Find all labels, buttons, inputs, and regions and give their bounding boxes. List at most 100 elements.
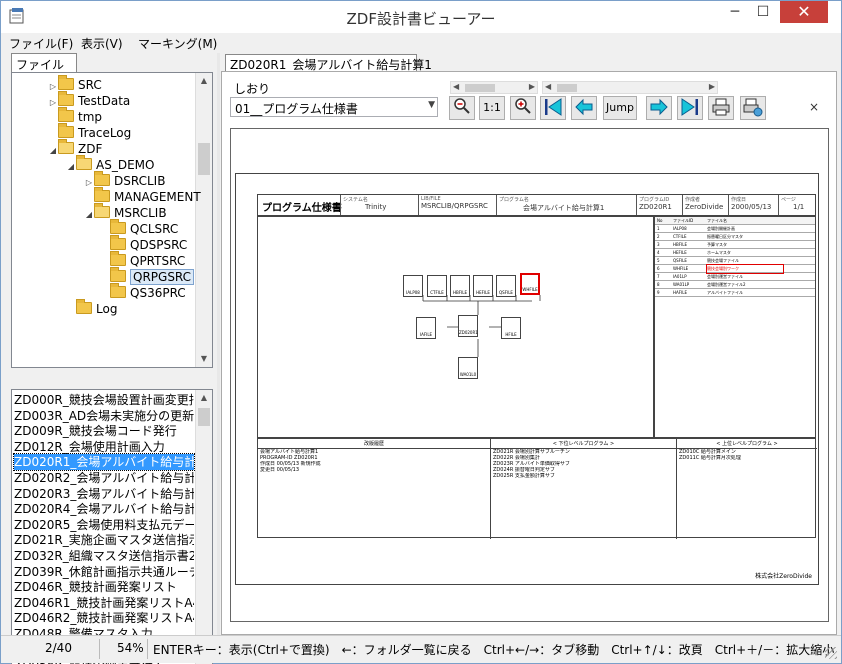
chevron-down-icon[interactable]: ▼ <box>428 100 435 110</box>
table-cell: 会場別開催計画 <box>707 226 735 231</box>
table-cell: IA01LP <box>673 274 687 279</box>
scroll-right-arrow-icon[interactable]: ▶ <box>529 82 535 91</box>
doc-title: プログラム仕様書 <box>262 203 342 214</box>
tree-item-label: DSRCLIB <box>114 174 166 188</box>
print-button[interactable] <box>708 96 734 120</box>
scroll-thumb[interactable] <box>465 84 495 92</box>
table-row: 8 WA01LP 会場別運営ファイル2 <box>655 281 815 289</box>
table-cell: 7 <box>657 274 660 279</box>
status-zoom: 54% <box>117 641 144 655</box>
table-row: 7 IA01LP 会場別運営ファイル <box>655 273 815 281</box>
minimize-button[interactable]: ─ <box>721 1 749 23</box>
folder-icon <box>94 171 110 186</box>
folder-icon <box>76 299 92 314</box>
close-document-icon[interactable]: × <box>809 100 819 114</box>
scroll-down-arrow-icon[interactable]: ▼ <box>196 351 212 367</box>
scroll-thumb[interactable] <box>557 84 577 92</box>
bookmark-select[interactable]: 01__プログラム仕様書 ▼ <box>230 97 438 117</box>
tree-item-label: QCLSRC <box>130 222 179 236</box>
tree-scrollbar[interactable]: ▲ ▼ <box>195 73 212 367</box>
tree-item[interactable]: QS36PRC <box>100 283 186 301</box>
arrow-right-icon <box>650 98 668 116</box>
tree-item-label: MSRCLIB <box>114 206 167 220</box>
list-item[interactable]: ZD020R1_会場アルバイト給与計算1 <box>13 453 195 472</box>
expanded-arrow-icon[interactable]: ◢ <box>48 143 58 159</box>
tree-item[interactable]: ◢ AS_DEMO <box>66 155 154 175</box>
flow-node: IAFILE <box>416 317 436 339</box>
list-item[interactable]: ZD003R_AD会場未実施分の更新 <box>14 408 194 424</box>
list-item[interactable]: ZD032R_組織マスタ送信指示書2(AD <box>14 548 194 564</box>
list-item[interactable]: ZD000R_競技会場設置計画変更指 <box>14 392 194 408</box>
list-scrollbar[interactable]: ▲ ▼ <box>195 390 212 664</box>
preview-area[interactable]: プログラム仕様書 システム名 Trinity LIB/FILE MSRCLIB/QR… <box>230 128 829 622</box>
tree-item[interactable]: Log <box>66 299 117 317</box>
expanded-arrow-icon[interactable]: ◢ <box>84 207 94 223</box>
doc-program-id: プログラムID ZD020R1 <box>636 195 682 215</box>
table-row: 2 CTFILE 振替曜日区分マスタ <box>655 233 815 241</box>
table-cell: HAFILE <box>673 290 687 295</box>
list-item[interactable]: ZD021R_実施企画マスタ送信指示書 <box>14 532 194 548</box>
next-page-button[interactable] <box>646 96 672 120</box>
flow-node: HBFILE <box>450 275 470 297</box>
flow-node-label: HEFILE <box>476 290 490 295</box>
tree-item-label: tmp <box>78 110 103 124</box>
list-item[interactable]: ZD039R_休館計画指示共通ルーチン <box>14 564 194 580</box>
scroll-thumb[interactable] <box>198 408 210 426</box>
h-scrollbar-2[interactable]: ◀ ▶ <box>542 81 718 94</box>
table-cell: WA01LP <box>673 282 690 287</box>
bookmark-label: しおり <box>234 82 271 96</box>
first-page-button[interactable] <box>540 96 566 120</box>
folder-tree[interactable]: ▲ ▼ ▷ SRC ▷ TestData tmp TraceLog ◢ ZDF ◢ AS_DEMO… <box>11 72 213 368</box>
zoom-out-button[interactable] <box>449 96 475 120</box>
scroll-left-arrow-icon[interactable]: ◀ <box>453 82 459 91</box>
expanded-arrow-icon[interactable]: ◢ <box>66 159 76 175</box>
list-item[interactable]: ZD009R_競技会場コード発行 <box>14 423 194 439</box>
list-item[interactable]: ZD020R3_会場アルバイト給与計算3 <box>14 486 194 502</box>
close-button[interactable]: ✕ <box>780 1 828 23</box>
scroll-left-arrow-icon[interactable]: ◀ <box>545 82 551 91</box>
tree-item[interactable]: tmp <box>48 107 103 125</box>
h-scrollbar-1[interactable]: ◀ ▶ <box>450 81 538 94</box>
flow-node-label: IAFILE <box>419 332 433 337</box>
jump-button[interactable]: Jump <box>603 96 637 120</box>
flow-node: IALP08 <box>403 275 423 297</box>
flow-connectors <box>422 295 541 357</box>
table-row: 5 QSFILE 競技会場ファイル <box>655 257 815 265</box>
list-item[interactable]: ZD046R2_競技計画発案リストA4印 <box>14 610 194 626</box>
scroll-thumb[interactable] <box>198 143 210 175</box>
tab-document[interactable]: ZD020R1_会場アルバイト給与計算1 <box>225 54 432 72</box>
list-item[interactable]: ZD012R_会場使用計画入力 <box>14 439 194 455</box>
list-item[interactable]: ZD020R4_会場アルバイト給与計算4 <box>14 501 194 517</box>
scroll-up-arrow-icon[interactable]: ▲ <box>196 73 212 89</box>
menu-marking[interactable]: マーキング(M) <box>138 35 217 52</box>
print-setup-button[interactable] <box>740 96 766 120</box>
actual-size-button[interactable]: 1:1 <box>479 96 505 120</box>
file-list-table: No ファイルID ファイル名 1 IALP08 会場別開催計画 2 CTFILE 振替曜… <box>654 216 816 438</box>
menu-view[interactable]: 表示(V) <box>81 35 123 52</box>
file-list[interactable]: ▲ ▼ ZD000R_競技会場設置計画変更指ZD003R_AD会場未実施分の更新… <box>11 389 213 664</box>
scroll-up-arrow-icon[interactable]: ▲ <box>196 390 212 406</box>
first-page-icon <box>545 98 562 116</box>
list-item[interactable]: ZD020R5_会場使用料支払元データ出 <box>14 517 194 533</box>
tab-file-list[interactable]: ファイル一覧 <box>11 53 77 89</box>
folder-icon <box>110 235 126 250</box>
flow-node: HFILE <box>501 317 521 339</box>
tree-item[interactable]: ◢ MSRCLIB <box>84 203 167 223</box>
tree-item[interactable]: ▷ SRC <box>48 75 102 93</box>
table-cell: HBFILE <box>673 242 687 247</box>
zoom-in-button[interactable] <box>510 96 536 120</box>
scroll-right-arrow-icon[interactable]: ▶ <box>709 82 715 91</box>
list-item[interactable]: ZD020R2_会場アルバイト給与計算2 <box>14 470 194 486</box>
list-item[interactable]: ZD046R1_競技計画発案リストA4 連 <box>14 595 194 611</box>
prev-page-button[interactable] <box>571 96 597 120</box>
maximize-button[interactable]: ☐ <box>749 1 777 23</box>
list-item[interactable]: ZD046R_競技計画発案リスト <box>14 579 194 595</box>
pane-splitter[interactable] <box>217 53 220 635</box>
last-page-button[interactable] <box>677 96 703 120</box>
flow-node: QSFILE <box>496 275 516 297</box>
folder-icon <box>58 75 74 90</box>
table-row: 4 HEFILE ホームマスタ <box>655 249 815 257</box>
resize-grip[interactable] <box>825 647 837 659</box>
menu-file[interactable]: ファイル(F) <box>9 35 73 52</box>
lower-program-table: < 下位レベルプログラム > ZD021R 会場別計算サブルーチン ZD022R … <box>490 439 676 539</box>
